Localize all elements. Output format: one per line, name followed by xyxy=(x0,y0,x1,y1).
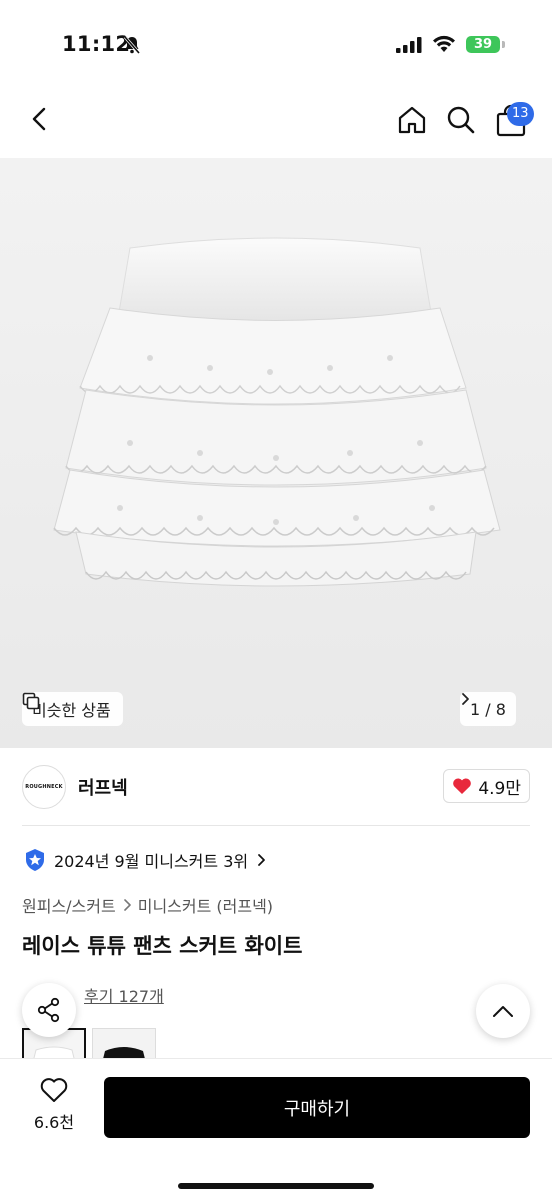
page-indicator-text: 1 / 8 xyxy=(470,699,506,719)
review-count-link[interactable]: 후기 127개 xyxy=(84,983,164,1007)
brand-like-count: 4.9만 xyxy=(478,778,521,799)
heart-filled-icon xyxy=(453,778,472,794)
home-icon[interactable] xyxy=(396,104,428,136)
chevron-right-icon xyxy=(462,693,469,705)
similar-products-button[interactable]: 비슷한 상품 xyxy=(22,692,123,726)
search-icon[interactable] xyxy=(445,104,477,136)
heart-outline-icon xyxy=(40,1078,68,1102)
wishlist-button[interactable]: 6.6천 xyxy=(22,1077,86,1147)
share-icon xyxy=(37,997,60,1023)
brand-logo[interactable]: ROUGHNECK xyxy=(22,765,66,809)
bottom-purchase-bar: 6.6천 구매하기 xyxy=(0,1058,552,1200)
brand-like-button[interactable]: 4.9만 xyxy=(443,769,530,803)
status-time: 11:12 xyxy=(62,32,131,56)
product-title: 레이스 튜튜 팬츠 스커트 화이트 xyxy=(22,934,303,958)
wifi-icon xyxy=(433,35,455,52)
brand-name[interactable]: 러프넥 xyxy=(78,774,128,800)
breadcrumb: 원피스/스커트 미니스커트 (러프넥) xyxy=(22,893,273,917)
status-bar: 11:12 39 xyxy=(0,0,552,80)
copy-squares-icon xyxy=(22,692,40,710)
top-nav xyxy=(0,80,552,158)
back-arrow-icon[interactable] xyxy=(24,104,54,134)
product-photo-skirt xyxy=(53,237,501,587)
battery-indicator: 39 xyxy=(466,36,500,53)
share-button[interactable] xyxy=(22,983,76,1037)
similar-products-label: 비슷한 상품 xyxy=(32,701,111,720)
chevron-right-icon xyxy=(258,854,266,866)
ranking-text: 2024년 9월 미니스커트 3위 xyxy=(54,852,249,871)
ranking-row[interactable]: 2024년 9월 미니스커트 3위 xyxy=(24,848,266,872)
product-image-carousel[interactable]: 비슷한 상품 1 / 8 xyxy=(0,158,552,748)
wishlist-count: 6.6천 xyxy=(33,1113,75,1132)
chevron-right-icon xyxy=(123,899,131,911)
breadcrumb-subcategory[interactable]: 미니스커트 (러프넥) xyxy=(138,893,273,917)
ranking-badge-icon xyxy=(26,849,44,871)
cell-signal-icon xyxy=(396,37,422,53)
buy-button[interactable]: 구매하기 xyxy=(104,1077,530,1138)
brand-row[interactable]: ROUGHNECK 러프넥 4.9만 xyxy=(22,748,530,826)
battery-tip xyxy=(502,41,505,48)
scroll-to-top-button[interactable] xyxy=(476,984,530,1038)
cart-count-badge: 13 xyxy=(507,102,534,126)
chevron-up-icon xyxy=(493,1006,513,1017)
breadcrumb-category[interactable]: 원피스/스커트 xyxy=(22,893,116,917)
image-page-indicator[interactable]: 1 / 8 xyxy=(460,692,516,726)
silent-bell-icon xyxy=(123,36,141,54)
home-indicator[interactable] xyxy=(178,1183,374,1189)
